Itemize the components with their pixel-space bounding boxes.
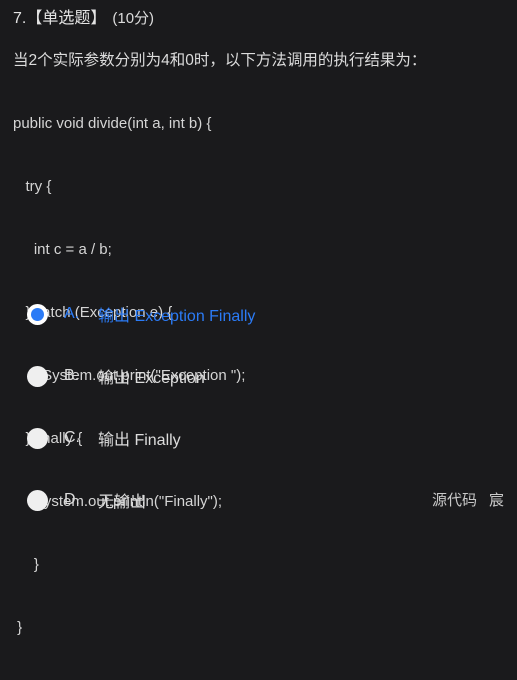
option-b-text: 输出 Exception [98,370,205,387]
radio-dot [31,307,44,321]
option-b[interactable]: B. 输出 Exception [0,345,517,407]
code-line: } [13,556,39,573]
radio-button-a-icon[interactable] [27,303,48,325]
radio-button-c-icon[interactable] [27,427,48,449]
question-score-label: (10分) [112,10,155,27]
option-d-text: 无输出 [98,494,147,511]
radio-button-d-icon[interactable] [27,489,48,511]
code-line: } [13,619,23,636]
option-c-text: 输出 Finally [98,432,181,449]
code-line: int c = a / b; [13,241,112,258]
watermark-left-text: 源代码 [431,492,477,509]
option-a[interactable]: A. 输出 Exception Finally [0,283,517,345]
code-line: try { [13,178,52,195]
option-c-letter: C. [64,429,80,446]
question-header: 7.【单选题】 (10分) [13,8,154,30]
radio-dot [31,494,44,507]
question-page: 7.【单选题】 (10分) 当2个实际参数分别为4和0时，以下方法调用的执行结果为… [0,0,517,636]
option-a-text: 输出 Exception Finally [98,308,256,325]
question-stem: 当2个实际参数分别为4和0时，以下方法调用的执行结果为： [13,52,427,69]
option-c[interactable]: C. 输出 Finally [0,407,517,469]
watermark: 源代码宸 [432,489,504,510]
question-number: 7. [13,10,27,27]
option-b-letter: B. [64,367,80,384]
watermark-right-text: 宸 [488,492,504,509]
code-line: public void divide(int a, int b) { [13,115,212,132]
radio-dot [31,432,44,445]
question-type-label: 【单选题】 [26,10,107,27]
option-a-letter: A. [64,305,80,322]
option-d-letter: D. [64,491,80,508]
radio-button-b-icon[interactable] [27,365,48,387]
radio-dot [31,370,44,383]
